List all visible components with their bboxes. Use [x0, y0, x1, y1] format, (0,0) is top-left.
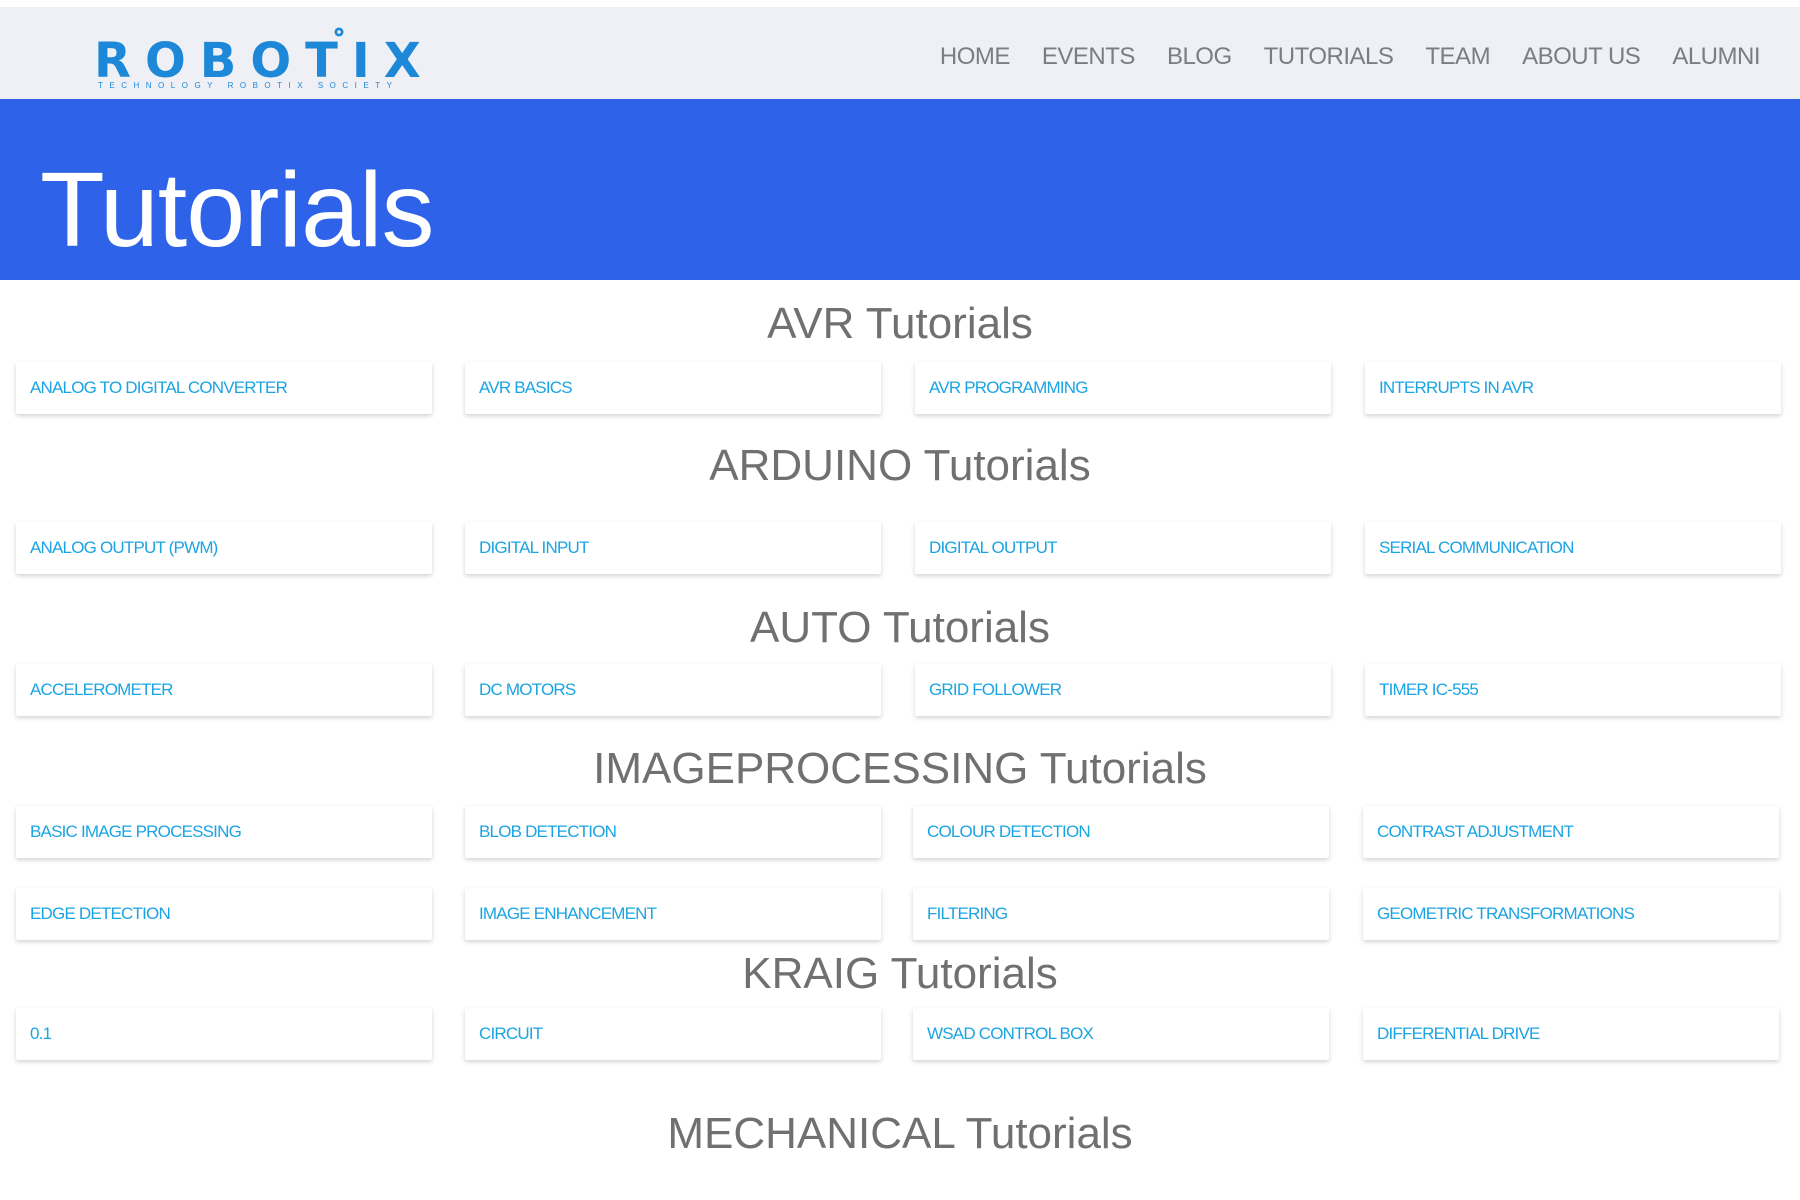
section-title-auto: AUTO Tutorials: [750, 603, 1050, 652]
tutorial-card[interactable]: GEOMETRIC TRANSFORMATIONS: [1363, 888, 1779, 940]
tutorial-link[interactable]: EDGE DETECTION: [30, 905, 171, 922]
tutorial-card[interactable]: DIFFERENTIAL DRIVE: [1363, 1008, 1779, 1060]
tutorial-link[interactable]: COLOUR DETECTION: [927, 823, 1091, 840]
tutorial-card[interactable]: DC MOTORS: [465, 664, 881, 716]
tutorial-card[interactable]: AVR PROGRAMMING: [915, 362, 1331, 414]
tutorial-link[interactable]: DIGITAL OUTPUT: [929, 539, 1057, 556]
tutorial-link[interactable]: DIGITAL INPUT: [479, 539, 589, 556]
tutorial-card[interactable]: DIGITAL INPUT: [465, 522, 881, 574]
section-title-kraig: KRAIG Tutorials: [742, 949, 1058, 998]
tutorial-link[interactable]: CONTRAST ADJUSTMENT: [1377, 823, 1574, 840]
tutorial-link[interactable]: FILTERING: [927, 905, 1008, 922]
tutorial-link[interactable]: AVR BASICS: [479, 379, 573, 396]
tutorial-card[interactable]: IMAGE ENHANCEMENT: [465, 888, 881, 940]
nav-events[interactable]: EVENTS: [1042, 45, 1136, 69]
tutorial-link[interactable]: 0.1: [30, 1025, 52, 1042]
tutorial-link[interactable]: DIFFERENTIAL DRIVE: [1377, 1025, 1540, 1042]
tutorial-link[interactable]: AVR PROGRAMMING: [929, 379, 1088, 396]
gear-icon: [334, 27, 344, 37]
section-title-mechanical: MECHANICAL Tutorials: [667, 1109, 1133, 1158]
tutorial-card[interactable]: GRID FOLLOWER: [915, 664, 1331, 716]
nav-alumni[interactable]: ALUMNI: [1672, 45, 1760, 69]
site-header: ROBOTIX TECHNOLOGY ROBOTIX SOCIETY HOME …: [0, 7, 1800, 100]
tutorial-card[interactable]: ACCELEROMETER: [16, 664, 432, 716]
tutorial-link[interactable]: CIRCUIT: [479, 1025, 543, 1042]
logo-wordmark: ROBOTIX: [94, 33, 435, 89]
tutorial-link[interactable]: GEOMETRIC TRANSFORMATIONS: [1377, 905, 1635, 922]
tutorial-link[interactable]: BASIC IMAGE PROCESSING: [30, 823, 242, 840]
tutorial-link[interactable]: INTERRUPTS IN AVR: [1379, 379, 1534, 396]
tutorial-link[interactable]: ANALOG TO DIGITAL CONVERTER: [30, 379, 288, 396]
tutorial-link[interactable]: SERIAL COMMUNICATION: [1379, 539, 1574, 556]
tutorial-card[interactable]: TIMER IC-555: [1365, 664, 1781, 716]
nav-about-us[interactable]: ABOUT US: [1522, 45, 1641, 69]
logo-tagline: TECHNOLOGY ROBOTIX SOCIETY: [98, 81, 398, 90]
tutorial-card[interactable]: DIGITAL OUTPUT: [915, 522, 1331, 574]
tutorial-card[interactable]: WSAD CONTROL BOX: [913, 1008, 1329, 1060]
tutorial-card[interactable]: ANALOG OUTPUT (PWM): [16, 522, 432, 574]
tutorial-card[interactable]: BASIC IMAGE PROCESSING: [16, 806, 432, 858]
section-title-avr: AVR Tutorials: [767, 299, 1033, 348]
tutorial-link[interactable]: DC MOTORS: [479, 681, 576, 698]
tutorial-card[interactable]: ANALOG TO DIGITAL CONVERTER: [16, 362, 432, 414]
tutorial-card[interactable]: AVR BASICS: [465, 362, 881, 414]
tutorial-card[interactable]: FILTERING: [913, 888, 1329, 940]
tutorial-card[interactable]: BLOB DETECTION: [465, 806, 881, 858]
main-nav: HOME EVENTS BLOG TUTORIALS TEAM ABOUT US…: [940, 45, 1761, 69]
section-title-arduino: ARDUINO Tutorials: [709, 441, 1091, 490]
tutorial-link[interactable]: ANALOG OUTPUT (PWM): [30, 539, 218, 556]
tutorial-link[interactable]: IMAGE ENHANCEMENT: [479, 905, 657, 922]
nav-tutorials[interactable]: TUTORIALS: [1264, 45, 1394, 69]
section-title-imageprocessing: IMAGEPROCESSING Tutorials: [593, 744, 1207, 793]
nav-blog[interactable]: BLOG: [1167, 45, 1232, 69]
tutorial-link[interactable]: GRID FOLLOWER: [929, 681, 1062, 698]
page-title: Tutorials: [40, 151, 435, 269]
tutorial-card[interactable]: 0.1: [16, 1008, 432, 1060]
tutorial-link[interactable]: BLOB DETECTION: [479, 823, 617, 840]
tutorial-card[interactable]: SERIAL COMMUNICATION: [1365, 522, 1781, 574]
tutorial-link[interactable]: ACCELEROMETER: [30, 681, 173, 698]
tutorial-link[interactable]: WSAD CONTROL BOX: [927, 1025, 1094, 1042]
hero-banner: Tutorials: [0, 99, 1800, 280]
nav-home[interactable]: HOME: [940, 45, 1011, 69]
robotix-logo[interactable]: ROBOTIX TECHNOLOGY ROBOTIX SOCIETY: [94, 25, 421, 95]
nav-team[interactable]: TEAM: [1425, 45, 1490, 69]
tutorial-link[interactable]: TIMER IC-555: [1379, 681, 1479, 698]
tutorial-card[interactable]: COLOUR DETECTION: [913, 806, 1329, 858]
tutorial-card[interactable]: CIRCUIT: [465, 1008, 881, 1060]
tutorial-card[interactable]: CONTRAST ADJUSTMENT: [1363, 806, 1779, 858]
tutorial-card[interactable]: EDGE DETECTION: [16, 888, 432, 940]
tutorial-card[interactable]: INTERRUPTS IN AVR: [1365, 362, 1781, 414]
